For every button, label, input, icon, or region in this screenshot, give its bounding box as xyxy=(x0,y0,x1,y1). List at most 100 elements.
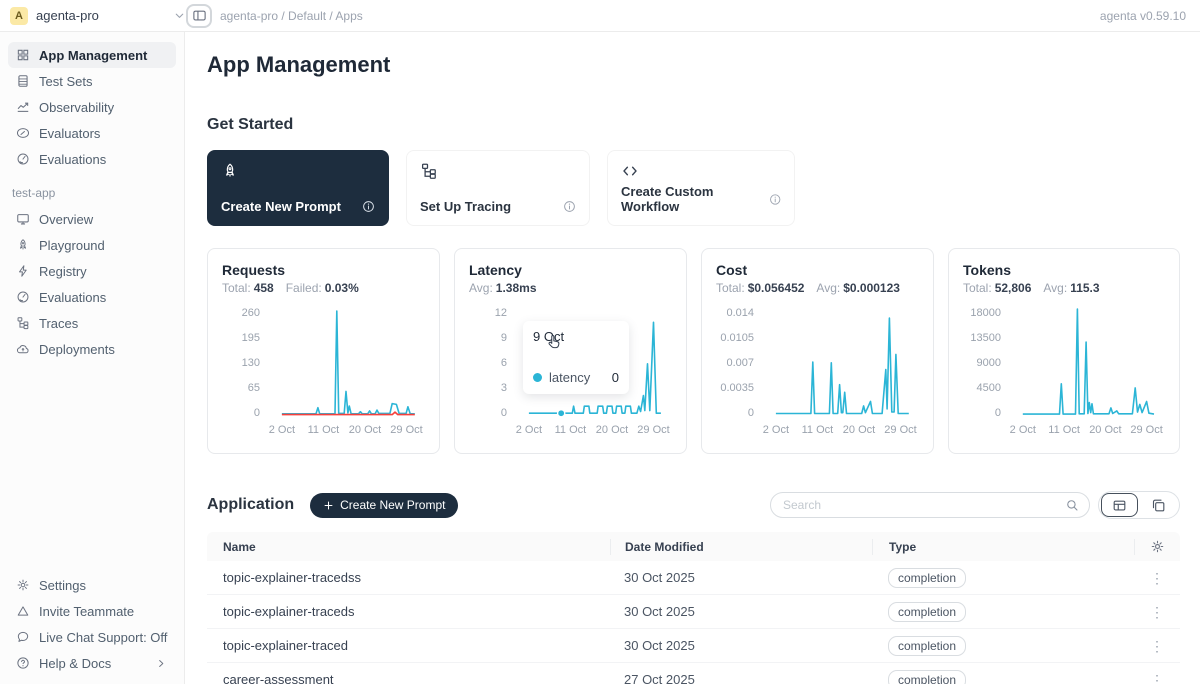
sidebar-item-evaluators[interactable]: Evaluators xyxy=(8,120,176,146)
app-root: A agenta-pro agenta-pro / Default / Apps… xyxy=(0,0,1200,684)
sidebar-item-playground[interactable]: Playground xyxy=(8,232,176,258)
sidebar-item-label: Help & Docs xyxy=(39,656,111,671)
panel-left-icon xyxy=(192,8,207,23)
x-axis-labels: 2 Oct11 Oct20 Oct29 Oct xyxy=(515,419,672,437)
chart-title: Latency xyxy=(469,262,672,278)
column-header-date-modified: Date Modified xyxy=(610,539,872,555)
tokens-chart-card: Tokens Total:52,806 Avg:115.3 1800013500… xyxy=(948,248,1180,454)
tooltip-series: latency xyxy=(549,370,590,385)
chart-tooltip: 9 Oct latency 0 xyxy=(523,321,629,394)
sidebar-item-label: Evaluations xyxy=(39,290,106,305)
chart-svg xyxy=(762,307,919,419)
sidebar-item-invite-teammate[interactable]: Invite Teammate xyxy=(8,598,176,624)
grid-icon xyxy=(16,48,30,62)
sidebar-item-deployments[interactable]: Deployments xyxy=(8,336,176,362)
dial-icon xyxy=(16,290,30,304)
sidebar-item-evaluations[interactable]: Evaluations xyxy=(8,146,176,172)
search-icon[interactable] xyxy=(1065,498,1079,512)
card-view-button[interactable] xyxy=(1140,493,1177,517)
legend-dot xyxy=(533,373,542,382)
create-new-prompt-card[interactable]: Create New Prompt xyxy=(207,150,389,226)
sidebar-item-observability[interactable]: Observability xyxy=(8,94,176,120)
table-view-button[interactable] xyxy=(1101,493,1138,517)
cloud-icon xyxy=(16,342,30,356)
page-title: App Management xyxy=(207,52,1180,78)
application-header: Application Create New Prompt xyxy=(207,491,1180,519)
gear-icon xyxy=(16,578,30,592)
table-row[interactable]: topic-explainer-traced 30 Oct 2025 compl… xyxy=(207,629,1180,663)
get-started-cards: Create New Prompt Set Up Tracing xyxy=(207,150,1180,226)
column-settings-gear-icon[interactable] xyxy=(1150,539,1165,554)
search-input[interactable] xyxy=(783,498,1065,512)
sidebar-toggle-button[interactable] xyxy=(186,4,212,28)
sidebar-item-label: Observability xyxy=(39,100,114,115)
row-menu-button[interactable]: ⋮ xyxy=(1150,673,1164,684)
table-row[interactable]: career-assessment 27 Oct 2025 completion… xyxy=(207,663,1180,684)
y-axis-labels: 129630 xyxy=(469,307,515,419)
sidebar-item-label: Settings xyxy=(39,578,86,593)
sidebar-item-traces[interactable]: Traces xyxy=(8,310,176,336)
breadcrumb[interactable]: agenta-pro / Default / Apps xyxy=(220,9,363,23)
tree-icon xyxy=(16,316,30,330)
row-menu-button[interactable]: ⋮ xyxy=(1150,605,1164,619)
sidebar-item-label: Playground xyxy=(39,238,105,253)
sidebar-item-help-docs[interactable]: Help & Docs xyxy=(8,650,176,676)
sidebar-item-label: Overview xyxy=(39,212,93,227)
sidebar-item-label: App Management xyxy=(39,48,147,63)
chart-svg xyxy=(268,307,425,419)
cost-line-plot[interactable] xyxy=(762,307,919,419)
row-menu-button[interactable]: ⋮ xyxy=(1150,571,1164,585)
sidebar-item-overview[interactable]: Overview xyxy=(8,206,176,232)
rocket-icon xyxy=(221,162,239,180)
sidebar-item-live-chat[interactable]: Live Chat Support: Off xyxy=(8,624,176,650)
sidebar-item-app-management[interactable]: App Management xyxy=(8,42,176,68)
app-name: topic-explainer-traceds xyxy=(207,604,610,619)
sidebar-item-label: Live Chat Support: Off xyxy=(39,630,167,645)
application-heading: Application xyxy=(207,496,294,514)
sidebar-item-label: Invite Teammate xyxy=(39,604,134,619)
create-custom-workflow-card[interactable]: Create Custom Workflow xyxy=(607,150,795,226)
latency-line-plot[interactable]: 9 Oct latency 0 xyxy=(515,307,672,419)
table-icon xyxy=(16,74,30,88)
y-axis-labels: 260195130650 xyxy=(222,307,268,419)
table-row[interactable]: topic-explainer-tracedss 30 Oct 2025 com… xyxy=(207,561,1180,595)
type-badge: completion xyxy=(888,636,966,656)
type-badge: completion xyxy=(888,602,966,622)
sidebar: App Management Test Sets Observability E… xyxy=(0,32,185,684)
question-icon xyxy=(16,656,30,670)
x-axis-labels: 2 Oct11 Oct20 Oct29 Oct xyxy=(762,419,919,437)
sidebar-item-registry[interactable]: Registry xyxy=(8,258,176,284)
view-toggle xyxy=(1098,491,1180,519)
app-name: career-assessment xyxy=(207,672,610,684)
sidebar-item-settings[interactable]: Settings xyxy=(8,572,176,598)
create-new-prompt-button[interactable]: Create New Prompt xyxy=(310,493,458,518)
app-date-modified: 27 Oct 2025 xyxy=(610,672,872,684)
x-axis-labels: 2 Oct11 Oct20 Oct29 Oct xyxy=(1009,419,1165,437)
sidebar-footer: Settings Invite Teammate Live Chat Suppo… xyxy=(8,572,176,676)
chart-stats: Total:$0.056452 Avg:$0.000123 xyxy=(716,281,919,295)
sidebar-item-app-evaluations[interactable]: Evaluations xyxy=(8,284,176,310)
app-date-modified: 30 Oct 2025 xyxy=(610,638,872,653)
chart-stats: Avg:1.38ms xyxy=(469,281,672,295)
info-icon[interactable] xyxy=(769,193,781,206)
chart-stats: Total:52,806 Avg:115.3 xyxy=(963,281,1165,295)
table-row[interactable]: topic-explainer-traceds 30 Oct 2025 comp… xyxy=(207,595,1180,629)
requests-line-plot[interactable] xyxy=(268,307,425,419)
latency-chart-card: Latency Avg:1.38ms 129630 9 Oct xyxy=(454,248,687,454)
card-label: Create New Prompt xyxy=(221,199,341,214)
card-label: Set Up Tracing xyxy=(420,199,511,214)
cost-chart-card: Cost Total:$0.056452 Avg:$0.000123 0.014… xyxy=(701,248,934,454)
tokens-line-plot[interactable] xyxy=(1009,307,1165,419)
sidebar-item-test-sets[interactable]: Test Sets xyxy=(8,68,176,94)
info-icon[interactable] xyxy=(563,200,576,213)
lightning-icon xyxy=(16,264,30,278)
row-menu-button[interactable]: ⋮ xyxy=(1150,639,1164,653)
search-box xyxy=(770,492,1090,518)
y-axis-labels: 1800013500900045000 xyxy=(963,307,1009,419)
workspace-switcher[interactable]: A agenta-pro xyxy=(10,7,186,25)
app-name: topic-explainer-tracedss xyxy=(207,570,610,585)
tooltip-value: 0 xyxy=(612,370,619,385)
x-axis-labels: 2 Oct11 Oct20 Oct29 Oct xyxy=(268,419,425,437)
set-up-tracing-card[interactable]: Set Up Tracing xyxy=(406,150,590,226)
info-icon[interactable] xyxy=(362,200,375,213)
